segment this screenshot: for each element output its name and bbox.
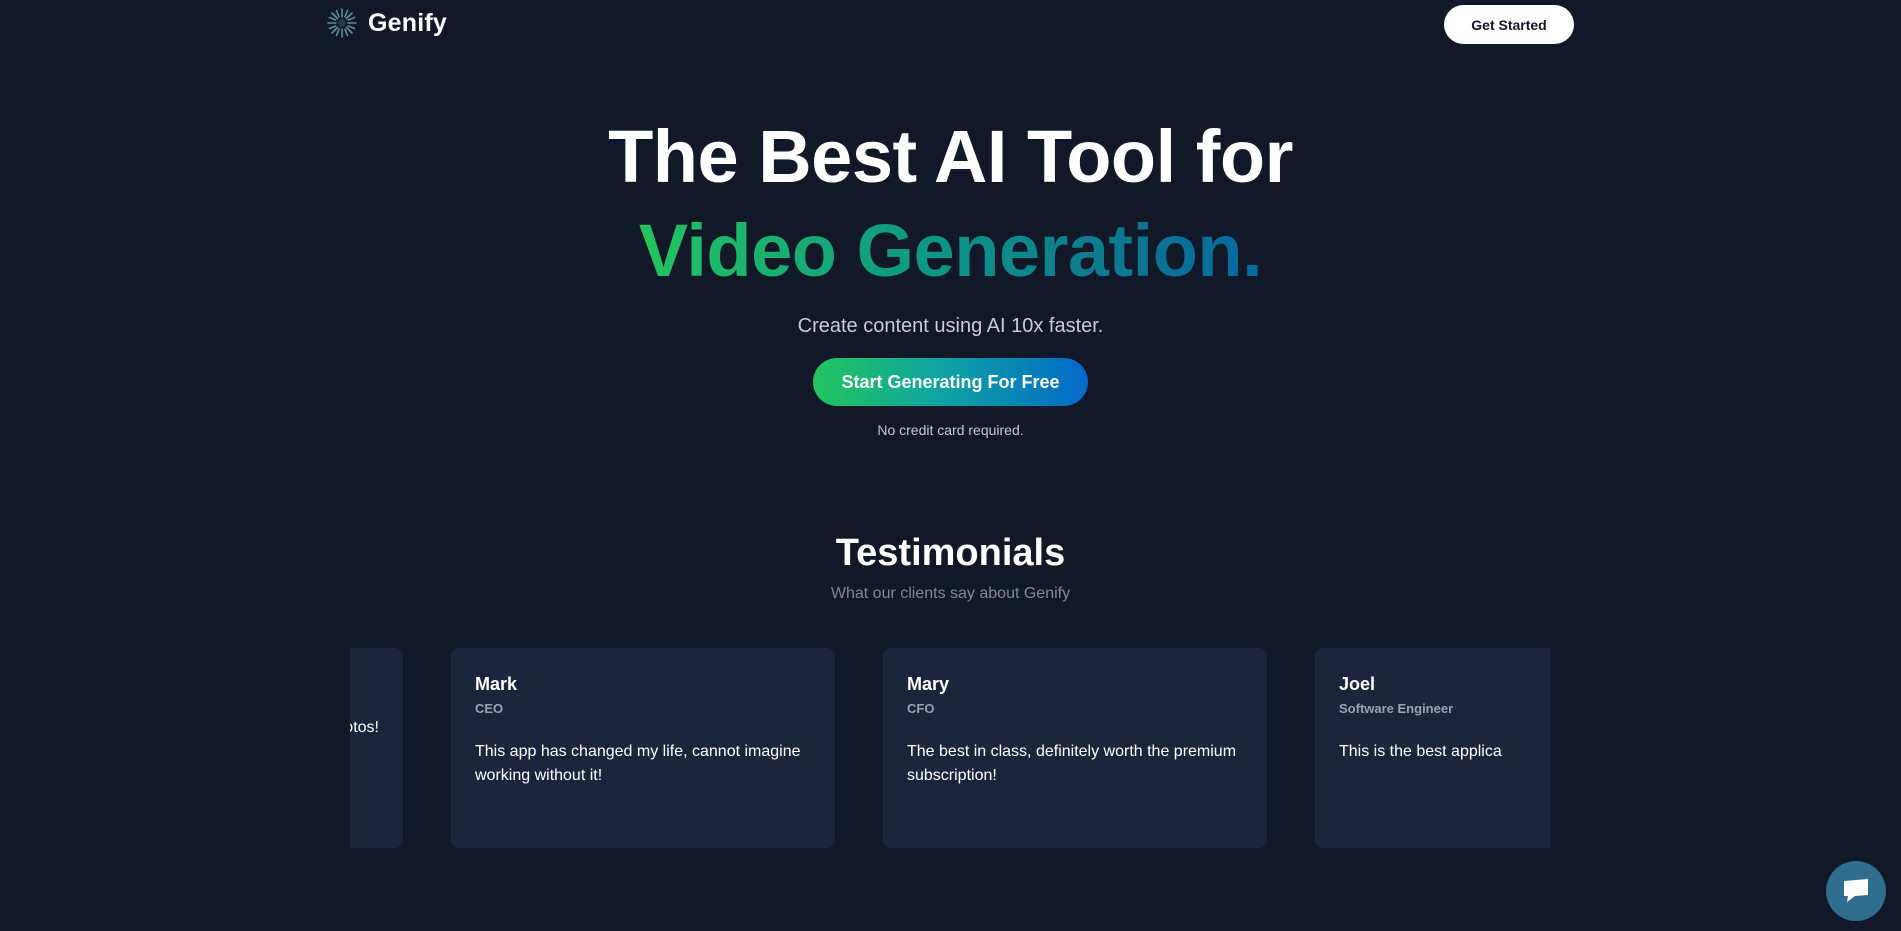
get-started-button[interactable]: Get Started <box>1444 5 1574 44</box>
testimonial-text: This app has changed my life, cannot ima… <box>475 743 801 784</box>
logo-link[interactable]: Genify <box>326 7 447 39</box>
testimonial-card: Mary CFO The best in class, definitely w… <box>883 648 1267 848</box>
logo-text: Genify <box>368 8 447 37</box>
testimonial-card: Mark CEO This app has changed my life, c… <box>451 648 835 848</box>
chat-bubble-icon <box>1844 879 1868 902</box>
testimonial-role: Software Engineer <box>1339 701 1454 716</box>
hero-title-gradient-text: Video Generation. <box>638 209 1263 292</box>
testimonials-subtitle: What our clients say about Genify <box>830 585 1071 602</box>
testimonials-carousel[interactable]: ew photos! Mark CEO This app has changed… <box>350 648 1550 848</box>
hero-title-line1: The Best AI Tool for <box>608 115 1293 198</box>
chat-button[interactable] <box>1826 861 1886 921</box>
sunburst-logo-icon <box>327 8 357 38</box>
hero-subtitle: Create content using AI 10x faster. <box>797 315 1104 337</box>
testimonial-role: CEO <box>475 701 504 716</box>
testimonial-text: This is the best applica <box>1339 743 1502 760</box>
site-header: Genify Get Started <box>0 0 1901 48</box>
testimonials-track: ew photos! Mark CEO This app has changed… <box>350 648 1550 848</box>
testimonial-text: ew photos! <box>350 719 379 736</box>
hero-title-line2: Video Generation. <box>0 204 1901 298</box>
testimonial-text: The best in class, definitely worth the … <box>907 743 1237 784</box>
hero-section: The Best AI Tool for Video Generation. C… <box>0 110 1901 438</box>
testimonial-name: Joel <box>1339 674 1376 694</box>
cta-note: No credit card required. <box>877 422 1024 438</box>
testimonials-title: Testimonials <box>835 532 1066 574</box>
start-generating-button[interactable]: Start Generating For Free <box>813 358 1088 406</box>
testimonial-name: Mark <box>475 674 518 694</box>
testimonial-card: ew photos! <box>350 648 403 848</box>
testimonial-card: Joel Software Engineer This is the best … <box>1315 648 1550 848</box>
testimonial-name: Mary <box>907 674 950 694</box>
testimonial-role: CFO <box>907 701 935 716</box>
